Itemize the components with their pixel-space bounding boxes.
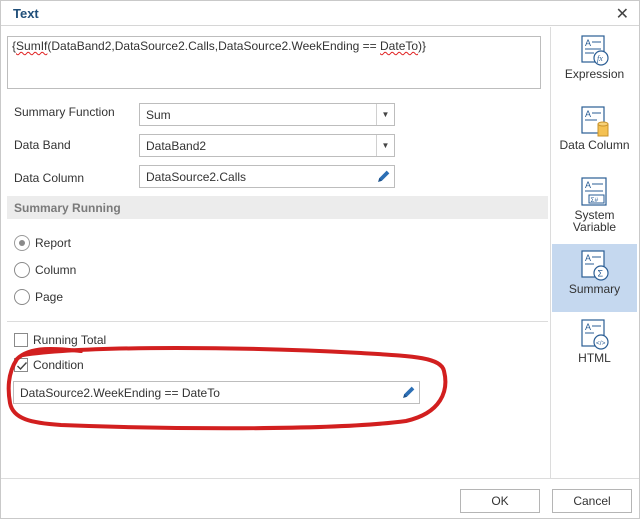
close-icon[interactable]: ✕ (616, 4, 629, 24)
footer-divider (1, 478, 639, 479)
summary-running-header: Summary Running (7, 196, 548, 219)
data-band-value: DataBand2 (146, 139, 207, 153)
radio-column-circle[interactable] (14, 262, 30, 278)
sidebar-item-expression[interactable]: A fx Expression (552, 35, 637, 89)
sidebar-item-summary[interactable]: A Σ Summary (552, 244, 637, 312)
annotation-circle (6, 346, 448, 431)
svg-text:A: A (585, 253, 591, 263)
sidebar-item-label: Summary (568, 282, 621, 296)
system-variable-icon: A Σ# (580, 177, 607, 206)
data-band-dropdown[interactable]: DataBand2 ▼ (139, 134, 395, 157)
summary-function-value: Sum (146, 108, 171, 122)
sidebar-separator (550, 27, 551, 478)
radio-column-label: Column (35, 263, 77, 277)
pencil-icon[interactable] (375, 168, 392, 185)
data-band-label: Data Band (14, 138, 71, 152)
radio-report-label: Report (35, 236, 72, 250)
summary-function-dropdown[interactable]: Sum ▼ (139, 103, 395, 126)
cancel-button[interactable]: Cancel (552, 489, 632, 513)
html-icon: A </> (580, 319, 609, 350)
summary-icon: A Σ (580, 250, 609, 281)
svg-text:A: A (585, 109, 591, 119)
sidebar-item-data-column[interactable]: A Data Column (552, 106, 637, 160)
ok-button[interactable]: OK (460, 489, 540, 513)
radio-page-label: Page (35, 290, 64, 304)
svg-text:fx: fx (597, 54, 603, 63)
expression-function: SumIf (16, 39, 48, 53)
data-column-field[interactable]: DataSource2.Calls (139, 165, 395, 188)
sidebar-item-label: Expression (564, 67, 625, 81)
divider (7, 321, 548, 322)
data-column-label: Data Column (14, 171, 85, 185)
expression-textbox[interactable]: {SumIf(DataBand2,DataSource2.Calls,DataS… (7, 36, 541, 89)
radio-report-circle[interactable] (14, 235, 30, 251)
chevron-down-icon[interactable]: ▼ (376, 135, 394, 156)
sidebar-item-label: HTML (578, 351, 611, 365)
text-dialog: Text ✕ {SumIf(DataBand2,DataSource2.Call… (0, 0, 640, 519)
svg-text:Σ: Σ (597, 269, 603, 279)
svg-text:A: A (585, 322, 591, 332)
sidebar-item-label: Data Column (559, 138, 630, 152)
svg-text:A: A (585, 38, 591, 48)
expression-suffix: )} (418, 39, 427, 53)
title-bar: Text ✕ (1, 1, 639, 26)
sidebar-item-label: System Variable (572, 208, 617, 234)
sidebar-item-html[interactable]: A </> HTML (552, 319, 637, 373)
data-column-value: DataSource2.Calls (146, 170, 247, 184)
expression-icon: A fx (580, 35, 609, 66)
summary-function-label: Summary Function (14, 105, 115, 119)
dialog-title: Text (13, 6, 39, 21)
svg-text:</>: </> (596, 340, 606, 347)
sidebar-item-system-variable[interactable]: A Σ# System Variable (552, 177, 637, 241)
radio-page[interactable]: Page (14, 288, 63, 306)
radio-column[interactable]: Column (14, 261, 76, 279)
svg-text:Σ#: Σ# (590, 197, 598, 204)
radio-page-circle[interactable] (14, 289, 30, 305)
svg-text:A: A (585, 180, 591, 190)
expression-arg: DateTo (380, 39, 419, 53)
radio-report[interactable]: Report (14, 234, 71, 252)
data-column-icon: A (580, 106, 608, 137)
expression-middle: (DataBand2,DataSource2.Calls,DataSource2… (47, 39, 381, 53)
chevron-down-icon[interactable]: ▼ (376, 104, 394, 125)
summary-running-title: Summary Running (14, 201, 121, 215)
